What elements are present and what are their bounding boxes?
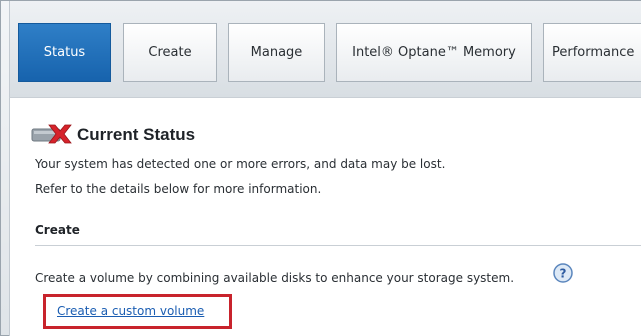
- status-header: Current Status: [29, 121, 195, 149]
- tab-optane-memory-label: Intel® Optane™ Memory: [352, 45, 516, 60]
- tab-manage-label: Manage: [250, 45, 303, 60]
- app-window: Status Create Manage Intel® Optane™ Memo…: [0, 0, 641, 336]
- create-description: Create a volume by combining available d…: [35, 271, 515, 285]
- tab-status-label: Status: [43, 45, 86, 60]
- section-divider: [35, 245, 641, 246]
- tab-bar: Status Create Manage Intel® Optane™ Memo…: [9, 1, 641, 97]
- svg-text:?: ?: [560, 267, 567, 281]
- tab-create[interactable]: Create: [123, 23, 217, 82]
- tab-create-label: Create: [148, 45, 192, 60]
- create-custom-volume-link[interactable]: Create a custom volume: [57, 304, 204, 318]
- status-message-line2: Refer to the details below for more info…: [35, 182, 322, 196]
- page-title: Current Status: [77, 125, 196, 144]
- drive-error-icon: [29, 121, 73, 149]
- tab-status[interactable]: Status: [18, 23, 111, 82]
- section-heading-create: Create: [35, 223, 80, 237]
- tab-optane-memory[interactable]: Intel® Optane™ Memory: [336, 23, 532, 82]
- tab-performance-label: Performance: [552, 45, 635, 60]
- status-message-line1: Your system has detected one or more err…: [35, 157, 446, 171]
- help-icon[interactable]: ?: [553, 263, 573, 283]
- tab-manage[interactable]: Manage: [228, 23, 325, 82]
- tab-performance[interactable]: Performance: [543, 23, 641, 82]
